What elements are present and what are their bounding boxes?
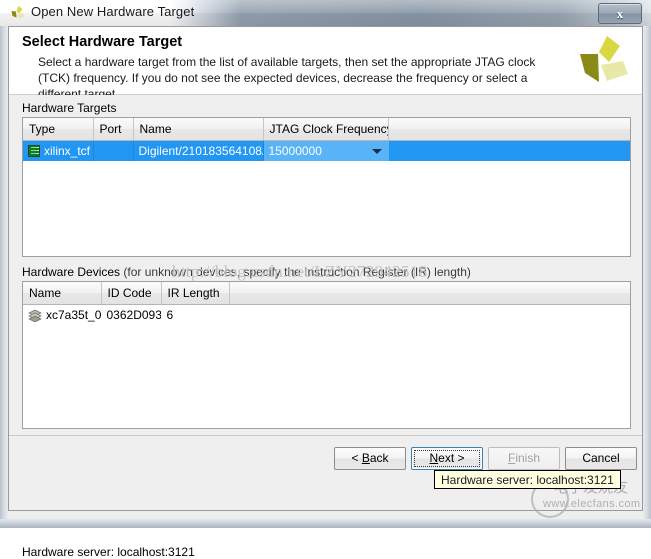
cell-name[interactable]: Digilent/210183564108A	[133, 140, 264, 161]
cell-device-name-label: xc7a35t_0	[46, 308, 101, 322]
dialog-window: Open New Hardware Target x Select Hardwa…	[0, 0, 651, 559]
hardware-devices-label: Hardware Devices	[22, 265, 121, 279]
column-header-port[interactable]: Port	[93, 118, 134, 141]
table-header-row: Name ID Code IR Length	[23, 282, 630, 305]
column-header-id-code[interactable]: ID Code	[101, 282, 162, 305]
column-header-jtag-clock-frequency[interactable]: JTAG Clock Frequency	[263, 118, 389, 141]
jtag-clock-frequency-combobox[interactable]: 15000000	[263, 140, 389, 161]
finish-button: Finish	[488, 447, 560, 470]
cell-filler	[229, 305, 630, 326]
hardware-devices-label-hint: (for unknown devices, specify the Instru…	[123, 265, 471, 279]
hardware-devices-table[interactable]: Name ID Code IR Length xc7a35t_0 0362D09…	[22, 281, 631, 429]
column-header-filler	[388, 118, 630, 141]
title-bar[interactable]: Open New Hardware Target x	[0, 0, 651, 26]
dialog-body: Select Hardware Target Select a hardware…	[8, 26, 643, 559]
hardware-server-status: Hardware server: localhost:3121	[22, 545, 195, 559]
cell-id-code[interactable]: 0362D093	[101, 305, 161, 326]
back-button[interactable]: < Back	[334, 447, 406, 470]
chip-icon	[28, 145, 40, 157]
cell-type-label: xilinx_tcf	[44, 144, 91, 158]
xilinx-logo-icon	[580, 36, 628, 82]
cancel-button[interactable]: Cancel	[565, 447, 637, 470]
close-button[interactable]: x	[598, 3, 642, 24]
close-icon: x	[616, 6, 624, 21]
window-title: Open New Hardware Target	[31, 4, 195, 19]
jtag-clock-frequency-value: 15000000	[268, 144, 322, 158]
column-header-name[interactable]: Name	[133, 118, 264, 141]
window-frame-bottom	[0, 519, 651, 528]
column-header-filler	[229, 282, 630, 305]
hardware-targets-table[interactable]: Type Port Name JTAG Clock Frequency xili…	[22, 117, 631, 257]
hardware-server-tooltip: Hardware server: localhost:3121	[434, 470, 621, 489]
focus-ring	[414, 450, 480, 467]
back-button-label: B	[361, 451, 370, 465]
window-frame-left	[0, 0, 8, 520]
xilinx-logo-icon	[11, 6, 25, 19]
table-row[interactable]: xc7a35t_0 0362D093 6	[23, 305, 630, 326]
cell-ir-length[interactable]: 6	[161, 305, 229, 326]
cell-device-name[interactable]: xc7a35t_0	[23, 305, 101, 326]
hardware-targets-label: Hardware Targets	[22, 101, 117, 115]
cell-type[interactable]: xilinx_tcf	[23, 140, 94, 161]
cancel-button-label: Cancel	[582, 451, 620, 465]
hardware-devices-label-group: Hardware Devices (for unknown devices, s…	[22, 265, 471, 279]
dialog-header: Select Hardware Target Select a hardware…	[9, 27, 642, 101]
cell-port[interactable]	[93, 140, 134, 161]
column-header-ir-length[interactable]: IR Length	[161, 282, 230, 305]
column-header-type[interactable]: Type	[23, 118, 94, 141]
dialog-content: Hardware Targets Type Port Name JTAG Clo…	[9, 95, 642, 559]
device-layers-icon	[28, 309, 42, 322]
chevron-down-icon[interactable]	[371, 149, 382, 154]
window-frame-right	[643, 0, 651, 520]
table-header-row: Type Port Name JTAG Clock Frequency	[23, 118, 630, 141]
table-row[interactable]: xilinx_tcf Digilent/210183564108A 150000…	[23, 140, 630, 161]
column-header-device-name[interactable]: Name	[23, 282, 102, 305]
page-title: Select Hardware Target	[22, 34, 183, 50]
finish-button-label: F	[507, 451, 516, 465]
cell-filler	[388, 140, 630, 161]
next-button[interactable]: Next >	[411, 447, 483, 470]
